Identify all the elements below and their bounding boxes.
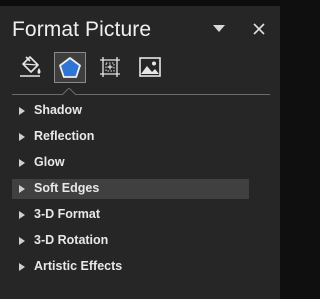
category-tabs bbox=[0, 52, 280, 94]
tab-divider bbox=[12, 94, 270, 95]
section-label: 3-D Rotation bbox=[34, 233, 109, 247]
size-properties-icon bbox=[100, 57, 120, 77]
section-label: 3-D Format bbox=[34, 207, 100, 221]
pentagon-icon bbox=[59, 56, 81, 78]
effects-sections: Shadow Reflection Glow Soft Edges 3-D Fo… bbox=[12, 101, 270, 283]
close-icon bbox=[253, 23, 265, 35]
chevron-right-icon bbox=[19, 107, 25, 115]
chevron-right-icon bbox=[19, 185, 25, 193]
section-label: Glow bbox=[34, 155, 65, 169]
section-label: Shadow bbox=[34, 103, 82, 117]
tab-effects[interactable] bbox=[54, 52, 86, 83]
section-label: Artistic Effects bbox=[34, 259, 123, 273]
section-3d-rotation[interactable]: 3-D Rotation bbox=[12, 231, 270, 251]
section-soft-edges[interactable]: Soft Edges bbox=[12, 179, 249, 199]
section-label: Reflection bbox=[34, 129, 95, 143]
tab-size-properties[interactable] bbox=[95, 52, 125, 82]
chevron-right-icon bbox=[19, 133, 25, 141]
pane-title: Format Picture bbox=[12, 18, 152, 41]
chevron-right-icon bbox=[19, 159, 25, 167]
chevron-down-icon bbox=[213, 25, 225, 32]
section-label: Soft Edges bbox=[34, 181, 100, 195]
chevron-right-icon bbox=[19, 211, 25, 219]
section-3d-format[interactable]: 3-D Format bbox=[12, 205, 270, 225]
selected-tab-pointer bbox=[62, 88, 76, 96]
section-shadow[interactable]: Shadow bbox=[12, 101, 270, 121]
section-reflection[interactable]: Reflection bbox=[12, 127, 270, 147]
chevron-right-icon bbox=[19, 263, 25, 271]
top-strip bbox=[0, 0, 280, 6]
chevron-right-icon bbox=[19, 237, 25, 245]
picture-icon bbox=[139, 57, 161, 77]
format-picture-pane: Format Picture Shadow Reflection Glow So… bbox=[0, 0, 280, 299]
tab-picture[interactable] bbox=[135, 52, 165, 82]
close-pane-button[interactable] bbox=[248, 18, 270, 40]
pane-options-button[interactable] bbox=[210, 20, 228, 38]
paint-bucket-icon bbox=[20, 56, 41, 77]
section-glow[interactable]: Glow bbox=[12, 153, 270, 173]
section-artistic-effects[interactable]: Artistic Effects bbox=[12, 257, 270, 277]
tab-fill-line[interactable] bbox=[15, 52, 45, 82]
